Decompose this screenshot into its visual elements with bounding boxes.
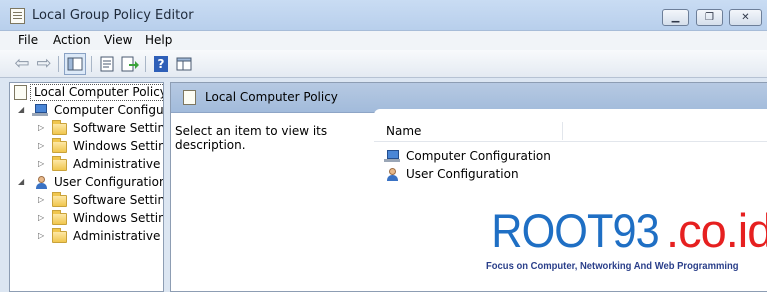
tree-item-label: Software Settings [73, 121, 164, 135]
policy-document-icon [183, 90, 196, 105]
tree-item-software-settings[interactable]: ▷ Software Settings [10, 191, 164, 209]
collapse-icon[interactable]: ◢ [18, 101, 28, 119]
menu-view[interactable]: View [104, 33, 132, 47]
maximize-button[interactable]: ❐ [696, 9, 723, 26]
expand-icon[interactable]: ▷ [38, 119, 48, 137]
expand-icon[interactable]: ▷ [38, 227, 48, 245]
folder-icon [52, 138, 67, 153]
tree-item-label: Local Computer Policy [30, 84, 163, 101]
window-title: Local Group Policy Editor [32, 8, 194, 23]
tree-item-label: Administrative Te [73, 157, 163, 171]
computer-icon [384, 150, 400, 162]
description-panel: Select an item to view its description. [171, 113, 374, 291]
menu-help[interactable]: Help [145, 33, 172, 47]
toolbar-separator [91, 56, 92, 72]
column-name-label: Name [386, 124, 422, 138]
computer-icon [32, 104, 48, 116]
tree-item-label: Administrative Te [73, 229, 163, 243]
show-hide-tree-icon[interactable] [64, 53, 86, 75]
collapse-icon[interactable]: ◢ [18, 173, 28, 191]
menu-file[interactable]: File [18, 33, 38, 47]
export-list-icon[interactable] [119, 54, 139, 74]
tree-item-label: Windows Setting [73, 211, 164, 225]
tree-item-user-configuration[interactable]: ◢ User Configuration [10, 173, 164, 191]
watermark: ROOT93 .co.id Focus on Computer, Networki… [484, 206, 767, 278]
watermark-tagline: Focus on Computer, Networking And Web Pr… [486, 260, 739, 272]
title-bar: Local Group Policy Editor ▁ ❐ ✕ [0, 0, 767, 31]
toolbar: ⇦ ⇨ ? [0, 50, 767, 78]
expand-icon[interactable]: ▷ [38, 137, 48, 155]
user-icon [384, 167, 400, 182]
column-header[interactable]: Name [374, 120, 767, 142]
policy-editor-icon [10, 8, 25, 24]
folder-icon [52, 120, 67, 135]
column-divider[interactable] [562, 122, 563, 140]
folder-icon [52, 156, 67, 171]
folder-icon [52, 210, 67, 225]
view-icon[interactable] [174, 54, 194, 74]
expand-icon[interactable]: ▷ [38, 191, 48, 209]
expand-icon[interactable]: ▷ [38, 155, 48, 173]
watermark-logo-main: ROOT93 [491, 204, 659, 257]
list-item[interactable]: Computer Configuration [384, 147, 584, 165]
forward-icon[interactable]: ⇨ [34, 54, 54, 74]
list-item-label: Computer Configuration [406, 149, 551, 163]
tree-item-label: Computer Configura [54, 103, 164, 117]
back-icon[interactable]: ⇦ [12, 54, 32, 74]
tree-item-label: Windows Setting [73, 139, 164, 153]
tree-item-root[interactable]: Local Computer Policy [10, 83, 163, 101]
menu-action[interactable]: Action [53, 33, 91, 47]
toolbar-separator [58, 56, 59, 72]
menu-bar: File Action View Help [0, 31, 767, 50]
list-item-label: User Configuration [406, 167, 519, 181]
list-item[interactable]: User Configuration [384, 165, 584, 183]
folder-icon [52, 228, 67, 243]
tree-item-software-settings[interactable]: ▷ Software Settings [10, 119, 164, 137]
help-icon[interactable]: ? [154, 56, 168, 72]
tree-item-computer-configuration[interactable]: ◢ Computer Configura [10, 101, 164, 119]
tree-item-administrative-templates[interactable]: ▷ Administrative Te [10, 155, 163, 173]
description-text: Select an item to view its description. [175, 124, 328, 152]
policy-document-icon [14, 85, 27, 100]
folder-icon [52, 192, 67, 207]
toolbar-separator [145, 56, 146, 72]
minimize-button[interactable]: ▁ [662, 9, 689, 26]
tree-item-administrative-templates[interactable]: ▷ Administrative Te [10, 227, 163, 245]
tree-item-windows-settings[interactable]: ▷ Windows Setting [10, 137, 164, 155]
watermark-logo: ROOT93 .co.id [484, 206, 767, 256]
watermark-logo-suffix: .co.id [666, 204, 767, 257]
expand-icon[interactable]: ▷ [38, 209, 48, 227]
details-title: Local Computer Policy [205, 90, 338, 104]
console-tree[interactable]: Local Computer Policy ◢ Computer Configu… [9, 82, 164, 292]
tree-item-windows-settings[interactable]: ▷ Windows Setting [10, 209, 164, 227]
tree-item-label: User Configuration [54, 175, 164, 189]
tree-item-label: Software Settings [73, 193, 164, 207]
close-button[interactable]: ✕ [729, 9, 762, 26]
user-icon [33, 175, 49, 190]
properties-icon[interactable] [97, 54, 117, 74]
